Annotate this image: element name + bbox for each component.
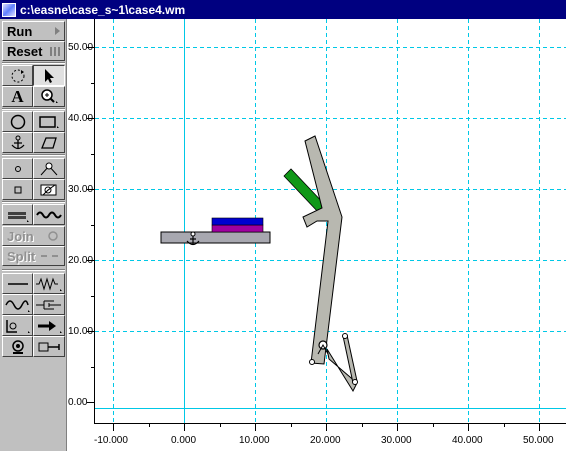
- damper-tool-button[interactable]: [33, 294, 65, 315]
- rotate-tool-icon: [11, 69, 24, 82]
- polygon-tool-button[interactable]: [33, 132, 65, 153]
- y-tick-label: 20.00: [68, 255, 93, 266]
- toolbox: Run Reset A Join Split: [0, 19, 67, 451]
- zoom-icon: [41, 89, 58, 103]
- text-icon: A: [11, 86, 24, 106]
- x-tick-label: 0.000: [171, 435, 196, 446]
- zoom-tool-button[interactable]: [33, 86, 65, 107]
- rotate-tool-button[interactable]: [2, 65, 33, 86]
- polygon-icon: [41, 136, 57, 149]
- x-tick-label: -10.000: [94, 435, 128, 446]
- damper-icon: [36, 300, 61, 309]
- y-tick-label: 40.00: [68, 113, 93, 124]
- run-label: Run: [7, 23, 33, 39]
- x-tick-label: 10.000: [239, 435, 270, 446]
- pin-joint-icon: [40, 162, 58, 175]
- rope-icon: [36, 211, 62, 218]
- actuator-tool-button[interactable]: [33, 336, 65, 357]
- rope-tool-button[interactable]: [33, 204, 65, 225]
- pin-joint-tool-button[interactable]: [33, 158, 65, 179]
- spring-icon: [36, 276, 62, 291]
- app-icon[interactable]: [2, 2, 16, 17]
- pointer-icon: [45, 68, 54, 83]
- split-label: Split: [7, 248, 36, 264]
- force-tool-button[interactable]: [33, 315, 65, 336]
- bent-arm-body[interactable]: [302, 135, 343, 365]
- reset-label: Reset: [7, 43, 43, 59]
- square-point-icon: [14, 186, 21, 193]
- reset-button[interactable]: Reset: [2, 41, 65, 61]
- grid: [67, 19, 566, 451]
- join-label: Join: [7, 228, 34, 244]
- point-joint[interactable]: [309, 359, 315, 365]
- split-icon: [41, 255, 58, 257]
- rigid-joint-tool-button[interactable]: [2, 204, 33, 225]
- purple-block-body[interactable]: [211, 224, 264, 233]
- x-tick-label: 50.000: [523, 435, 554, 446]
- anchor-tool-button[interactable]: [2, 132, 33, 153]
- square-point-tool-button[interactable]: [2, 179, 33, 200]
- y-tick-label: 0.00: [68, 397, 88, 408]
- rotary-motor-tool-button[interactable]: [2, 315, 33, 336]
- spring-damper-icon: [4, 299, 30, 312]
- rectangle-tool-button[interactable]: [33, 111, 65, 132]
- x-tick-label: 30.000: [381, 435, 412, 446]
- y-tick-label: 50.00: [68, 42, 93, 53]
- slot-joint-icon: [40, 184, 57, 195]
- blue-block-body[interactable]: [211, 217, 264, 226]
- workspace-canvas[interactable]: 50.00 40.00 30.00 20.00 10.00 0.00 -10.0…: [67, 19, 566, 451]
- rotary-motor-icon: [5, 319, 30, 333]
- rigid-joint-icon: [7, 211, 29, 222]
- join-button[interactable]: Join: [2, 226, 65, 246]
- rod-tool-button[interactable]: [2, 273, 33, 294]
- workspace-drawing[interactable]: 50.00 40.00 30.00 20.00 10.00 0.00 -10.0…: [67, 19, 566, 451]
- pointer-tool-button[interactable]: [33, 65, 65, 86]
- title-bar: c:\easne\case_s~1\case4.wm: [0, 0, 566, 19]
- spring-damper-tool-button[interactable]: [2, 294, 33, 315]
- window-title: c:\easne\case_s~1\case4.wm: [20, 2, 186, 17]
- point-tool-button[interactable]: [2, 158, 33, 179]
- y-tick-label: 10.00: [68, 326, 93, 337]
- circle-tool-button[interactable]: [2, 111, 33, 132]
- table-platform-body[interactable]: [160, 231, 271, 244]
- play-arrow-icon: [55, 27, 60, 35]
- point-icon: [14, 165, 21, 172]
- circle-icon: [10, 114, 25, 129]
- motor-icon: [11, 339, 24, 354]
- reset-bars-icon: [50, 46, 60, 56]
- run-button[interactable]: Run: [2, 21, 65, 41]
- point-joint[interactable]: [342, 333, 348, 339]
- text-tool-button[interactable]: A: [2, 86, 33, 107]
- slot-joint-tool-button[interactable]: [33, 179, 65, 200]
- actuator-icon: [38, 342, 60, 351]
- spring-tool-button[interactable]: [33, 273, 65, 294]
- anchor-icon: [11, 135, 24, 149]
- x-tick-label: 20.000: [310, 435, 341, 446]
- join-icon: [48, 231, 58, 241]
- rod-icon: [7, 282, 28, 285]
- y-tick-label: 30.00: [68, 184, 93, 195]
- point-joint[interactable]: [352, 379, 358, 385]
- split-button[interactable]: Split: [2, 246, 65, 266]
- force-icon: [38, 320, 62, 333]
- motor-tool-button[interactable]: [2, 336, 33, 357]
- x-tick-label: 40.000: [452, 435, 483, 446]
- rectangle-icon: [39, 115, 59, 128]
- y-ruler: [67, 19, 94, 423]
